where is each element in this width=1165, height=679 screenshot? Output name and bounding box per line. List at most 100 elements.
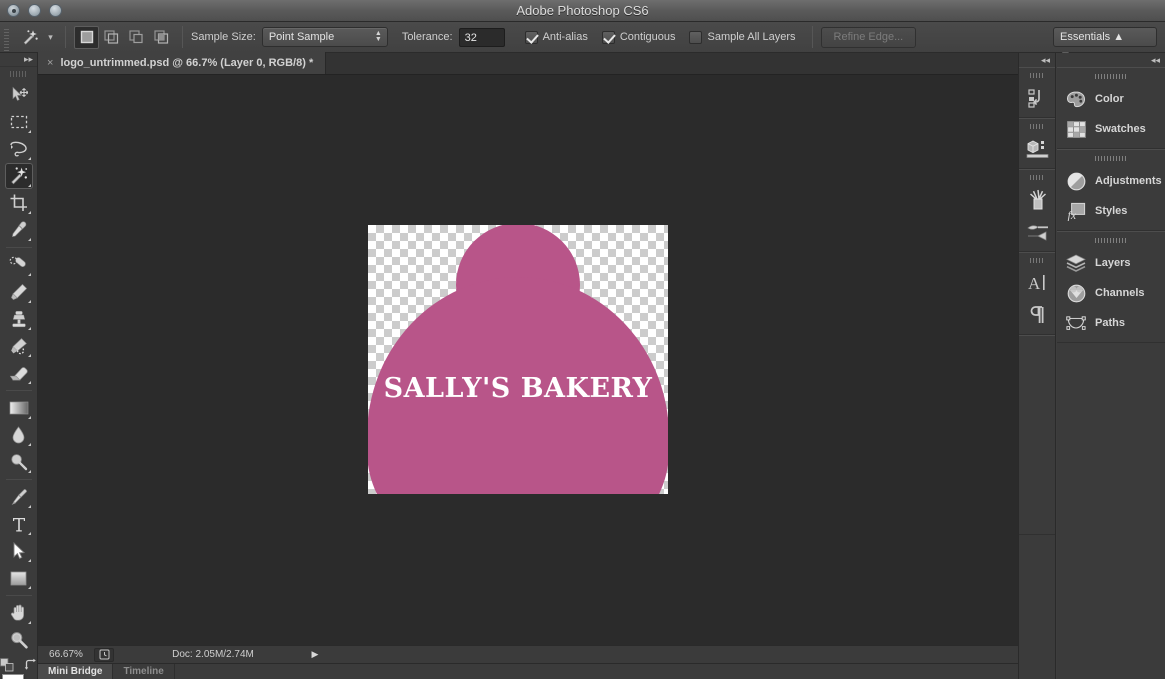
history-icon[interactable] <box>1019 82 1057 114</box>
workspace-select[interactable]: Essentials ▲▼ <box>1053 27 1157 62</box>
character-icon[interactable]: A <box>1019 267 1057 299</box>
window-title: Adobe Photoshop CS6 <box>516 3 649 18</box>
selection-mode-group <box>74 25 174 49</box>
panel-group-grip[interactable] <box>1030 173 1044 182</box>
blur-tool[interactable] <box>5 422 33 448</box>
foreground-color-swatch[interactable] <box>1 674 24 679</box>
sample-all-layers-checkbox[interactable]: Sample All Layers <box>689 30 796 44</box>
document-tab[interactable]: × logo_untrimmed.psd @ 66.7% (Layer 0, R… <box>38 52 327 74</box>
toolbar-collapse-button[interactable]: ▸▸ <box>0 53 37 67</box>
panel-group-empty <box>1019 335 1055 535</box>
intersect-with-selection-button[interactable] <box>149 26 174 49</box>
path-selection-tool[interactable] <box>5 538 33 564</box>
close-icon[interactable]: × <box>47 57 53 69</box>
dock-group-adjustments: Adjustments fx Styles <box>1057 149 1165 231</box>
tool-submenu-indicator <box>27 184 31 187</box>
tool-submenu-indicator <box>27 443 31 446</box>
icon-column-collapse-button[interactable]: ◂◂ <box>1019 53 1055 67</box>
canvas-area[interactable]: SALLY'S BAKERY <box>38 75 1056 645</box>
tool-separator-2 <box>5 390 32 391</box>
horizontal-type-tool[interactable] <box>5 511 33 537</box>
color-controls-row <box>0 658 38 672</box>
tab-timeline[interactable]: Timeline <box>113 663 175 679</box>
swatches-grid-icon <box>1066 119 1086 139</box>
panel-tab-layers[interactable]: Layers <box>1057 248 1165 278</box>
panel-tab-channels[interactable]: Channels <box>1057 278 1165 308</box>
dodge-tool[interactable] <box>5 449 33 475</box>
rectangle-tool[interactable] <box>5 565 33 591</box>
clone-stamp-tool[interactable] <box>5 306 33 332</box>
dock-collapse-button[interactable]: ◂◂ <box>1057 53 1165 67</box>
toolbar-grip[interactable] <box>10 69 27 79</box>
tab-mini-bridge[interactable]: Mini Bridge <box>38 663 114 679</box>
panel-tab-adjustments[interactable]: Adjustments <box>1057 166 1165 196</box>
3d-icon[interactable] <box>1019 133 1057 165</box>
contiguous-checkbox[interactable]: Contiguous <box>601 30 675 44</box>
zoom-tool[interactable] <box>5 627 33 653</box>
gradient-tool[interactable] <box>5 395 33 421</box>
lasso-tool[interactable] <box>5 136 33 162</box>
tool-submenu-indicator <box>27 621 31 624</box>
options-bar-grip[interactable] <box>2 21 12 53</box>
dock-group-grip[interactable] <box>1095 154 1127 163</box>
panel-tab-styles[interactable]: fx Styles <box>1057 196 1165 226</box>
spot-healing-brush-tool[interactable] <box>5 252 33 278</box>
panel-tab-paths[interactable]: Paths <box>1057 308 1165 338</box>
brush-icon[interactable] <box>1019 184 1057 216</box>
eyedropper-tool[interactable] <box>5 217 33 243</box>
options-divider-3 <box>811 26 813 48</box>
move-tool[interactable] <box>5 82 33 108</box>
sample-size-label: Sample Size: <box>191 31 256 43</box>
panel-tab-color[interactable]: Color <box>1057 84 1165 114</box>
hand-tool[interactable] <box>5 600 33 626</box>
channels-icon <box>1066 283 1086 303</box>
dock-group-grip[interactable] <box>1095 236 1127 245</box>
checkbox-box <box>524 30 538 44</box>
chevron-down-icon[interactable]: ▾ <box>44 25 57 50</box>
status-expand-button[interactable]: ▶ <box>308 649 322 660</box>
panel-tab-label: Adjustments <box>1095 175 1162 187</box>
bottom-panel-bar: Mini Bridge Timeline <box>38 663 1056 679</box>
rectangular-marquee-tool[interactable] <box>5 109 33 135</box>
tolerance-input[interactable]: 32 <box>458 27 505 47</box>
subtract-from-selection-button[interactable] <box>124 26 149 49</box>
magic-wand-tool[interactable] <box>4 163 33 189</box>
title-bar: Adobe Photoshop CS6 <box>0 0 1165 22</box>
panel-tab-swatches[interactable]: Swatches <box>1057 114 1165 144</box>
tool-submenu-indicator <box>27 381 31 384</box>
panel-group-grip[interactable] <box>1030 71 1044 80</box>
swap-colors-icon[interactable] <box>24 658 38 672</box>
add-to-selection-button[interactable] <box>99 26 124 49</box>
new-selection-button[interactable] <box>74 25 99 49</box>
panel-tab-label: Color <box>1095 93 1124 105</box>
brush-tool[interactable] <box>5 279 33 305</box>
panel-dock: ◂◂ Color Swatches Adjustments fx Styles … <box>1057 53 1165 679</box>
adjustments-circle-icon <box>1066 171 1086 191</box>
tool-submenu-indicator <box>27 211 31 214</box>
panel-group-grip[interactable] <box>1030 256 1044 265</box>
collapsed-panel-column: ◂◂ A <box>1018 53 1056 679</box>
tool-submenu-indicator <box>27 354 31 357</box>
zoom-level-field[interactable]: 66.67% <box>38 649 94 660</box>
document-preview-icon[interactable] <box>94 647 114 662</box>
anti-alias-checkbox[interactable]: Anti-alias <box>524 30 588 44</box>
refine-edge-button[interactable]: Refine Edge... <box>820 26 917 48</box>
paragraph-icon[interactable] <box>1019 299 1057 331</box>
tool-submenu-indicator <box>27 157 31 160</box>
sample-size-select[interactable]: Point Sample ▲ ▼ <box>261 27 388 47</box>
eraser-tool[interactable] <box>5 360 33 386</box>
sample-size-value: Point Sample <box>268 31 335 43</box>
tool-submenu-indicator <box>27 470 31 473</box>
layers-stack-icon <box>1066 253 1086 273</box>
magic-wand-icon[interactable] <box>16 25 44 50</box>
panel-group-grip[interactable] <box>1030 122 1044 131</box>
brush-presets-icon[interactable] <box>1019 216 1057 248</box>
artboard[interactable]: SALLY'S BAKERY <box>368 225 668 494</box>
pen-tool[interactable] <box>5 484 33 510</box>
history-brush-tool[interactable] <box>5 333 33 359</box>
default-colors-icon[interactable] <box>0 658 14 672</box>
crop-tool[interactable] <box>5 190 33 216</box>
stepper-arrows-icon: ▲▼ <box>374 30 382 43</box>
panel-tab-label: Swatches <box>1095 123 1146 135</box>
dock-group-grip[interactable] <box>1095 72 1127 81</box>
